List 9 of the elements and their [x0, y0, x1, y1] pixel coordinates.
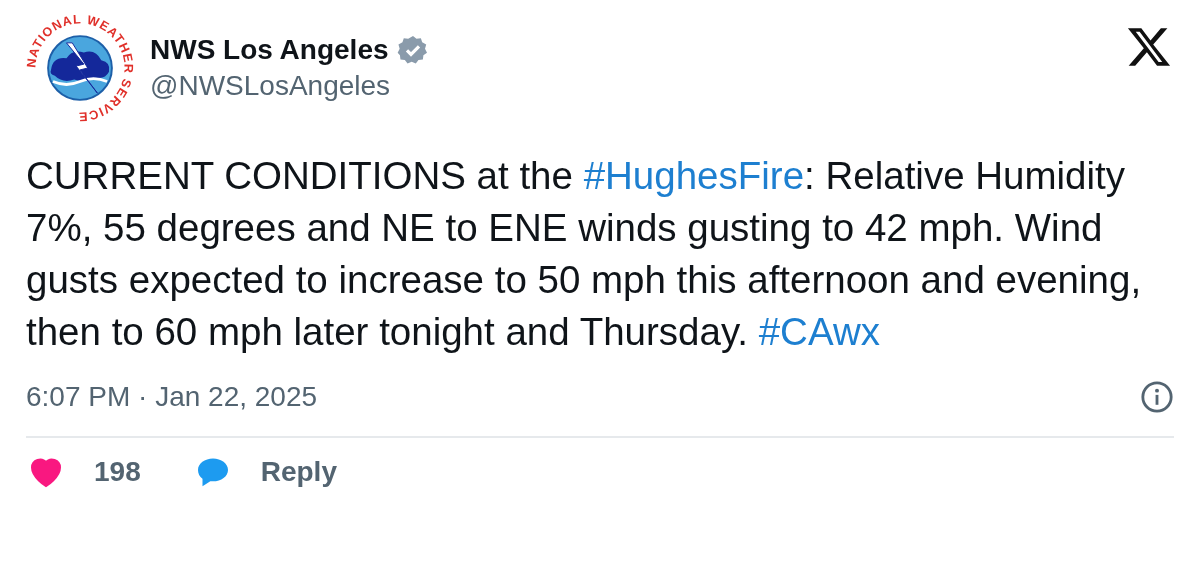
- account-handle[interactable]: @NWSLosAngeles: [150, 70, 1112, 102]
- post-timestamp[interactable]: 6:07 PM · Jan 22, 2025: [26, 381, 318, 413]
- hashtag-link[interactable]: #HughesFire: [583, 154, 805, 197]
- info-icon[interactable]: [1140, 380, 1174, 414]
- like-button[interactable]: 198: [26, 454, 141, 490]
- post-text: CURRENT CONDITIONS at the #HughesFire: Relative Humidity 7%, 55 degrees and NE to ENE winds gusting to 42 mph. Wind gusts expected to increase to 50 mph this afternoon and evening, then to 60 mph later tonight and Thursday. #CAwx: [26, 153, 1143, 355]
- account-name[interactable]: NWS Los Angeles: [150, 34, 389, 66]
- reply-button[interactable]: Reply: [192, 454, 337, 490]
- hashtag-link[interactable]: #CAwx: [758, 310, 880, 353]
